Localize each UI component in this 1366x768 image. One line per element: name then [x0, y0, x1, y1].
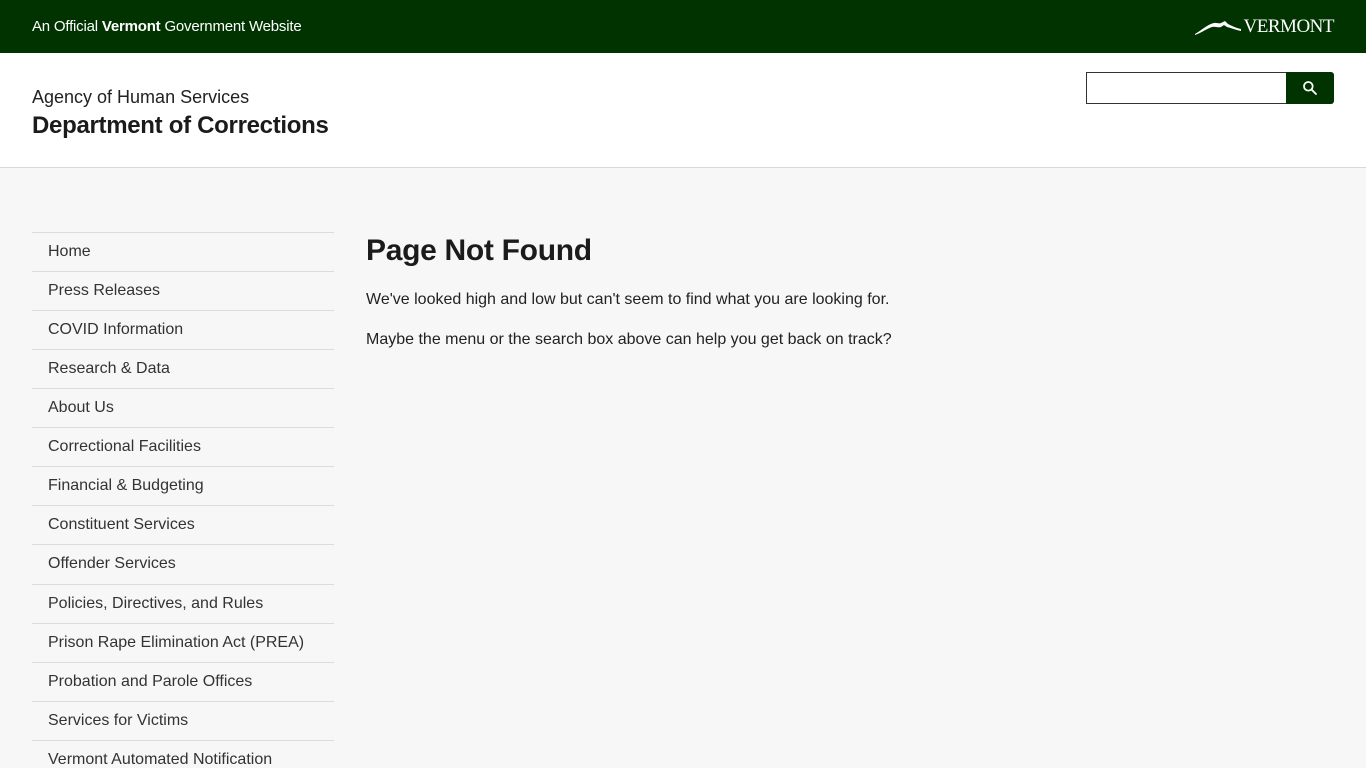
official-bold: Vermont: [101, 18, 161, 35]
search-input[interactable]: [1086, 72, 1286, 104]
vermont-wordmark: VERMONT: [1243, 15, 1335, 37]
main-content: Page Not Found We've looked high and low…: [366, 232, 1326, 349]
not-found-message: We've looked high and low but can't seem…: [366, 291, 890, 308]
sidebar-item-policies-directives-rules[interactable]: Policies, Directives, and Rules: [32, 585, 334, 624]
sidebar-item-correctional-facilities[interactable]: Correctional Facilities: [32, 428, 334, 467]
page-title: Page Not Found: [366, 234, 592, 267]
official-site-banner: An Official Vermont Government Website V…: [0, 0, 1366, 53]
sidebar-nav: Home Press Releases COVID Information Re…: [32, 232, 334, 768]
official-website-notice: An Official Vermont Government Website: [32, 18, 302, 35]
sidebar-item-constituent-services[interactable]: Constituent Services: [32, 506, 334, 545]
sidebar-item-research-data[interactable]: Research & Data: [32, 350, 334, 389]
sidebar-item-prea[interactable]: Prison Rape Elimination Act (PREA): [32, 624, 334, 663]
agency-name[interactable]: Agency of Human Services: [32, 87, 249, 108]
mountain-icon: [1194, 20, 1241, 35]
sidebar-item-home[interactable]: Home: [32, 233, 334, 272]
search-icon: [1303, 81, 1317, 95]
search-form: [1086, 72, 1334, 104]
help-message: Maybe the menu or the search box above c…: [366, 331, 892, 348]
sidebar-item-vermont-automated-notification[interactable]: Vermont Automated Notification: [32, 741, 334, 768]
sidebar-item-about-us[interactable]: About Us: [32, 389, 334, 428]
sidebar-item-press-releases[interactable]: Press Releases: [32, 272, 334, 311]
sidebar-item-probation-parole-offices[interactable]: Probation and Parole Offices: [32, 663, 334, 702]
official-prefix: An Official: [32, 18, 102, 35]
sidebar-item-financial-budgeting[interactable]: Financial & Budgeting: [32, 467, 334, 506]
vermont-logo[interactable]: VERMONT: [1194, 15, 1335, 38]
sidebar-item-offender-services[interactable]: Offender Services: [32, 545, 334, 585]
site-header: Agency of Human Services Department of C…: [0, 53, 1366, 168]
main-area: Home Press Releases COVID Information Re…: [0, 168, 1366, 768]
sidebar-item-covid-information[interactable]: COVID Information: [32, 311, 334, 350]
sidebar-item-services-for-victims[interactable]: Services for Victims: [32, 702, 334, 741]
department-name[interactable]: Department of Corrections: [32, 112, 329, 140]
search-button[interactable]: [1286, 72, 1334, 104]
official-suffix: Government Website: [160, 18, 302, 35]
